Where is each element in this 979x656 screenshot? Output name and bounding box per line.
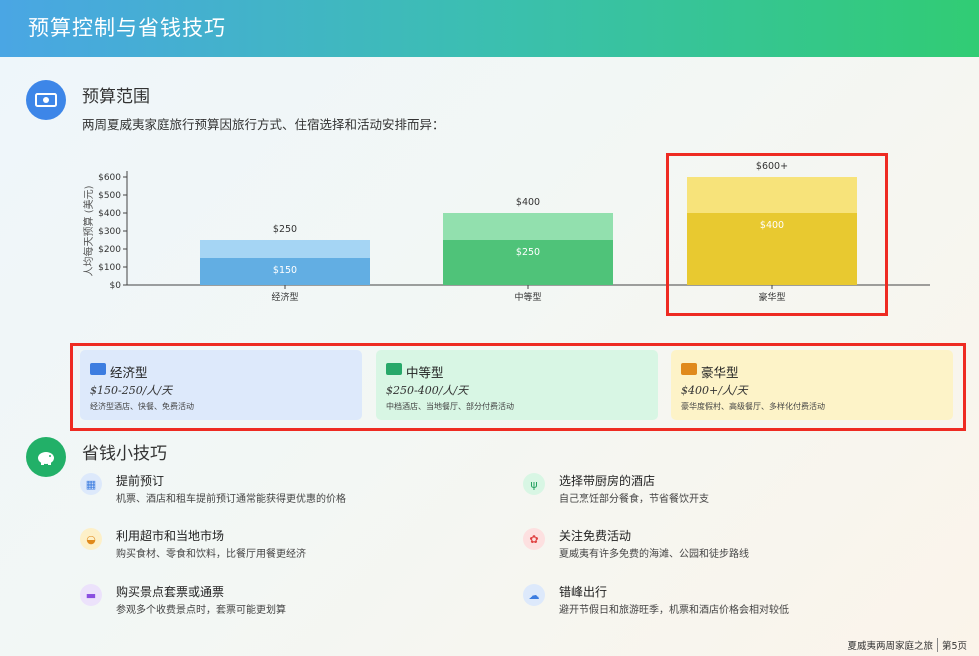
highlight-budget-cards (70, 343, 966, 431)
tip-title: 提前预订 (116, 474, 165, 488)
x-tick-label: 经济型 (271, 291, 298, 303)
tip-item: ☁ 错峰出行 避开节假日和旅游旺季，机票和酒店价格会相对较低 (523, 581, 903, 621)
tip-desc: 夏威夷有许多免费的海滩、公园和徒步路线 (559, 549, 749, 560)
tip-item: ψ 选择带厨房的酒店 自己烹饪部分餐食，节省餐饮开支 (523, 470, 903, 510)
x-tick-label: 中等型 (514, 291, 541, 303)
tip-title: 利用超市和当地市场 (116, 529, 225, 543)
tip-desc: 购买食材、零食和饮料，比餐厅用餐更经济 (116, 549, 306, 560)
utensils-icon: ψ (523, 473, 545, 495)
highlight-luxury-bar (666, 153, 888, 316)
page-title: 预算控制与省钱技巧 (28, 16, 226, 40)
bar-top-label: $250 (273, 224, 297, 235)
ticket-icon: ▬ (80, 584, 102, 606)
basket-icon: ◒ (80, 528, 102, 550)
y-axis-label: 人均每天预算 (美元) (82, 185, 95, 276)
bar-top-label: $400 (516, 197, 540, 208)
tip-desc: 机票、酒店和租车提前预订通常能获得更优惠的价格 (116, 494, 346, 505)
budget-section-title: 预算范围 (82, 87, 150, 107)
tip-title: 购买景点套票或通票 (116, 585, 225, 599)
tip-title: 关注免费活动 (559, 529, 632, 543)
tips-section-title: 省钱小技巧 (82, 444, 167, 464)
footer-page: 第5页 (941, 641, 967, 652)
y-tick-label: $600 (98, 173, 121, 183)
y-tick-label: $200 (98, 245, 121, 255)
tip-item: ◒ 利用超市和当地市场 购买食材、零食和饮料，比餐厅用餐更经济 (80, 525, 460, 565)
calendar-icon: ▦ (80, 473, 102, 495)
gift-icon: ✿ (523, 528, 545, 550)
tip-desc: 参观多个收费景点时，套票可能更划算 (116, 605, 286, 616)
header-bar: 预算控制与省钱技巧 (0, 0, 979, 57)
y-tick-label: $300 (98, 227, 121, 237)
y-tick-label: $500 (98, 191, 121, 201)
tip-item: ▦ 提前预订 机票、酒店和租车提前预订通常能获得更优惠的价格 (80, 470, 460, 510)
tip-item: ✿ 关注免费活动 夏威夷有许多免费的海滩、公园和徒步路线 (523, 525, 903, 565)
bar-inner-label: $250 (516, 247, 540, 258)
bar-inner-label: $150 (273, 265, 297, 276)
footer-title: 夏威夷两周家庭之旅 (847, 641, 933, 652)
tip-desc: 避开节假日和旅游旺季，机票和酒店价格会相对较低 (559, 605, 789, 616)
money-icon (26, 80, 66, 120)
y-tick-label: $100 (98, 263, 121, 273)
cloud-sun-icon: ☁ (523, 584, 545, 606)
tip-title: 选择带厨房的酒店 (559, 474, 656, 488)
tip-title: 错峰出行 (559, 585, 608, 599)
tip-item: ▬ 购买景点套票或通票 参观多个收费景点时，套票可能更划算 (80, 581, 460, 621)
piggy-bank-icon (26, 437, 66, 477)
footer: 夏威夷两周家庭之旅 第5页 (847, 638, 967, 652)
budget-intro: 两周夏威夷家庭旅行预算因旅行方式、住宿选择和活动安排而异： (82, 117, 445, 132)
y-tick-label: $0 (110, 281, 122, 291)
tip-desc: 自己烹饪部分餐食，节省餐饮开支 (559, 494, 709, 505)
bar-upper (200, 240, 370, 258)
bar-upper (443, 213, 613, 240)
y-tick-label: $400 (98, 209, 121, 219)
